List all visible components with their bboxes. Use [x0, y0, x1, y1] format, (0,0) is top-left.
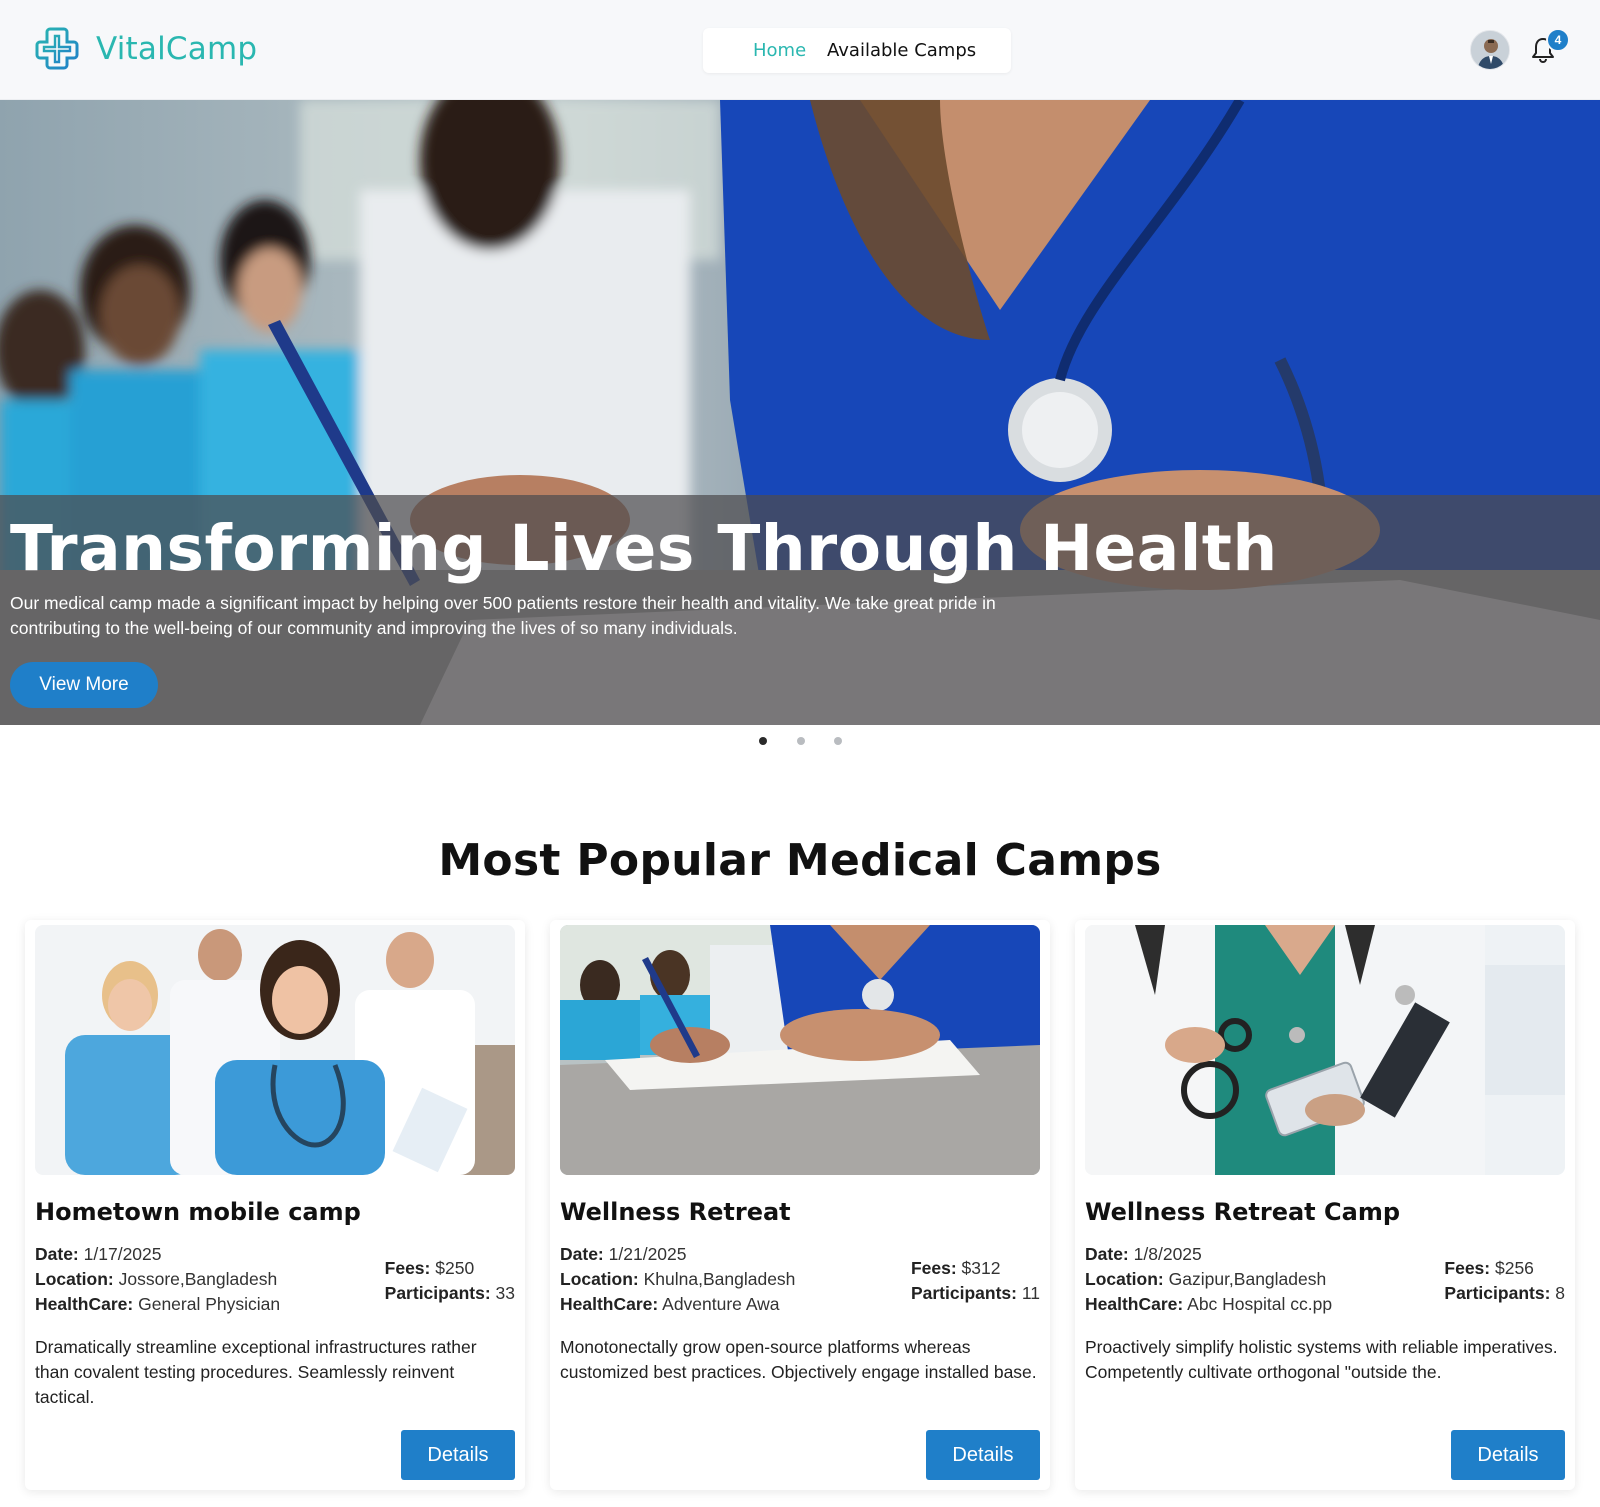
carousel-dot-1[interactable]: [759, 737, 767, 745]
camp-card-meta: Date: 1/21/2025 Location: Khulna,Banglad…: [560, 1242, 795, 1317]
camp-card-description: Proactively simplify holistic systems wi…: [1085, 1337, 1558, 1382]
carousel-dot-3[interactable]: [834, 737, 842, 745]
camp-card-description: Monotonectally grow open-source platform…: [560, 1337, 1037, 1382]
navbar: VitalCamp Home Available Camps 4: [0, 0, 1600, 100]
hero-title: Transforming Lives Through Health: [10, 512, 1278, 585]
section-title: Most Popular Medical Camps: [438, 835, 1162, 886]
brand-name: VitalCamp: [96, 31, 258, 67]
avatar-image: [1471, 31, 1509, 69]
date-label: Date:: [1085, 1244, 1129, 1264]
camp-fees: $256: [1494, 1258, 1534, 1278]
location-label: Location:: [35, 1269, 114, 1289]
camp-participants: 11: [1021, 1283, 1040, 1303]
camp-card-image: [35, 925, 515, 1175]
main-nav: Home Available Camps: [703, 28, 1011, 73]
camp-card-title: Wellness Retreat Camp: [1085, 1198, 1400, 1226]
camp-card: Wellness Retreat Camp Date: 1/8/2025 Loc…: [1075, 920, 1575, 1490]
camp-card-stats: Fees: $312 Participants: 11: [911, 1256, 1040, 1306]
details-button[interactable]: Details: [926, 1430, 1040, 1480]
camp-date: 1/17/2025: [83, 1244, 162, 1264]
camp-healthcare: Abc Hospital cc.pp: [1187, 1294, 1333, 1314]
nav-link-home[interactable]: Home: [753, 40, 806, 61]
camp-card-meta: Date: 1/17/2025 Location: Jossore,Bangla…: [35, 1242, 280, 1317]
details-button[interactable]: Details: [1451, 1430, 1565, 1480]
fees-label: Fees:: [910, 1258, 957, 1278]
user-avatar[interactable]: [1470, 30, 1510, 70]
camp-card-title: Wellness Retreat: [560, 1198, 791, 1226]
camp-card: Hometown mobile camp Date: 1/17/2025 Loc…: [25, 920, 525, 1490]
camp-location: Gazipur,Bangladesh: [1168, 1269, 1327, 1289]
camp-participants: 33: [495, 1283, 515, 1303]
medical-cross-logo-icon: [35, 27, 79, 70]
fees-label: Fees:: [384, 1258, 431, 1278]
camp-card-image: [560, 925, 1040, 1175]
location-label: Location:: [560, 1269, 639, 1289]
notification-count-badge: 4: [1546, 28, 1570, 52]
carousel-dot-2[interactable]: [797, 737, 805, 745]
camp-card-stats: Fees: $256 Participants: 8: [1444, 1256, 1565, 1306]
camp-fees: $312: [961, 1258, 1001, 1278]
camp-card-meta: Date: 1/8/2025 Location: Gazipur,Banglad…: [1085, 1242, 1332, 1317]
hero-carousel: Transforming Lives Through Health Our me…: [0, 100, 1600, 725]
camp-card-image: [1085, 925, 1565, 1175]
camp-location: Jossore,Bangladesh: [118, 1269, 278, 1289]
healthcare-label: HealthCare:: [1085, 1294, 1184, 1314]
healthcare-label: HealthCare:: [35, 1294, 134, 1314]
camp-card-title: Hometown mobile camp: [35, 1198, 361, 1226]
participants-label: Participants:: [384, 1283, 491, 1303]
view-more-button[interactable]: View More: [10, 662, 158, 708]
camp-participants: 8: [1555, 1283, 1565, 1303]
camp-fees: $250: [435, 1258, 475, 1278]
camp-card-description: Dramatically streamline exceptional infr…: [35, 1337, 477, 1407]
camp-location: Khulna,Bangladesh: [643, 1269, 796, 1289]
camp-healthcare: General Physician: [138, 1294, 281, 1314]
camp-card: Wellness Retreat Date: 1/21/2025 Locatio…: [550, 920, 1050, 1490]
participants-label: Participants:: [1444, 1283, 1551, 1303]
healthcare-label: HealthCare:: [560, 1294, 659, 1314]
camp-healthcare: Adventure Awa: [662, 1294, 780, 1314]
date-label: Date:: [35, 1244, 79, 1264]
details-button[interactable]: Details: [401, 1430, 515, 1480]
nav-link-available-camps[interactable]: Available Camps: [827, 40, 976, 61]
carousel-pagination: [0, 737, 1600, 747]
camp-card-stats: Fees: $250 Participants: 33: [385, 1256, 515, 1306]
camp-date: 1/8/2025: [1133, 1244, 1202, 1264]
hero-description: Our medical camp made a significant impa…: [10, 593, 996, 638]
camp-date: 1/21/2025: [608, 1244, 687, 1264]
brand-logo-link[interactable]: VitalCamp: [34, 26, 257, 72]
fees-label: Fees:: [1444, 1258, 1491, 1278]
participants-label: Participants:: [910, 1283, 1017, 1303]
date-label: Date:: [560, 1244, 604, 1264]
location-label: Location:: [1085, 1269, 1164, 1289]
